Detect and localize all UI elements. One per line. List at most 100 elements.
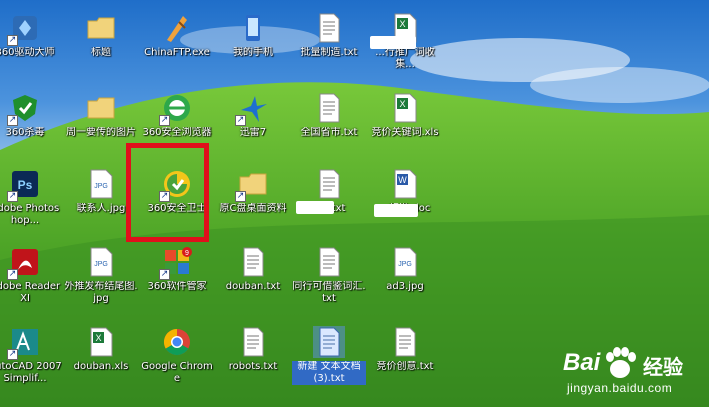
desktop-icon[interactable]: ↗ AutoCAD 2007 Simplif... — [0, 320, 62, 394]
icon-label: 全国省市.txt — [300, 127, 358, 138]
shortcut-arrow-icon: ↗ — [7, 269, 18, 280]
text-file-icon — [313, 168, 345, 200]
folder-icon: ↗ — [235, 168, 269, 202]
icon-label: ...行推广词收集... — [375, 47, 435, 70]
desktop-icon[interactable]: ...8.txt — [292, 162, 366, 236]
folder-icon — [85, 12, 117, 44]
watermark-text: 经验 — [643, 357, 683, 379]
baidu-jingyan-watermark: Bai 经验 jingyan.baidu.com — [523, 343, 703, 401]
icon-label: 竞价关键词.xls — [371, 127, 439, 138]
word-file-icon: W — [389, 168, 421, 200]
svg-text:W: W — [398, 175, 407, 185]
shortcut-arrow-icon: ↗ — [235, 191, 246, 202]
desktop-icon[interactable]: ChinaFTP.exe — [140, 6, 214, 80]
jpg-file-icon: JPG — [389, 246, 421, 278]
svg-text:X: X — [399, 19, 405, 29]
text-file-icon — [313, 12, 345, 44]
desktop-icon[interactable]: douban.txt — [216, 240, 290, 314]
excel-file-icon: X — [389, 92, 421, 124]
desktop-icon[interactable]: 新建 文本文档 (3).txt — [292, 320, 366, 394]
360-driver-icon: ↗ — [7, 12, 41, 46]
adobe-reader-icon: ↗ — [7, 246, 41, 280]
desktop-icon[interactable]: Ps ↗ Adobe Photoshop... — [0, 162, 62, 236]
desktop-icon[interactable]: ↗ 迅雷7 — [216, 86, 290, 160]
photoshop-icon: Ps ↗ — [7, 168, 41, 202]
phone-icon — [237, 12, 269, 44]
icon-label: 360杀毒 — [5, 127, 45, 138]
desktop-icon[interactable]: ↗ 原C盘桌面资料 — [216, 162, 290, 236]
icon-label: 标题 — [91, 47, 111, 58]
icon-label: robots.txt — [228, 361, 278, 372]
icon-label: 竞价创意.txt — [376, 361, 434, 372]
shortcut-arrow-icon: ↗ — [159, 115, 170, 126]
icon-label: 周一要传的图片 — [66, 127, 136, 138]
text-file-icon — [313, 246, 345, 278]
desktop-icon[interactable]: 批量制造.txt — [292, 6, 366, 80]
icon-label: 迅雷7 — [239, 127, 267, 138]
icon-label: douban.txt — [225, 281, 281, 292]
icon-label: AutoCAD 2007 Simplif... — [0, 361, 62, 384]
desktop-icon[interactable]: JPG ad3.jpg — [368, 240, 442, 314]
watermark-text: Bai — [563, 349, 601, 376]
360-software-manager-icon: 9 ↗ — [159, 246, 193, 280]
icon-label: 360驱动大师 — [0, 47, 55, 58]
desktop-icon[interactable]: 同行可借鉴词汇.txt — [292, 240, 366, 314]
icon-label: douban.xls — [73, 361, 129, 372]
icon-label: ad3.jpg — [386, 281, 424, 292]
desktop-icon[interactable]: 全国省市.txt — [292, 86, 366, 160]
icon-label: Google Chrome — [141, 361, 213, 384]
icon-label: 外推发布结尾图.jpg — [64, 281, 138, 304]
svg-text:JPG: JPG — [94, 183, 108, 190]
highlight-box — [126, 143, 209, 242]
chinaftp-icon — [161, 12, 193, 44]
svg-text:X: X — [95, 333, 101, 343]
redaction — [374, 204, 418, 217]
svg-text:Ps: Ps — [18, 178, 33, 192]
desktop-icon[interactable]: X 竞价关键词.xls — [368, 86, 442, 160]
icon-label: 360安全浏览器 — [142, 127, 212, 138]
text-file-icon — [237, 246, 269, 278]
360-browser-icon: ↗ — [159, 92, 193, 126]
desktop-icon[interactable]: 9 ↗ 360软件管家 — [140, 240, 214, 314]
icon-label: 360软件管家 — [147, 281, 207, 292]
jpg-file-icon: JPG — [85, 246, 117, 278]
desktop-icon[interactable]: robots.txt — [216, 320, 290, 394]
desktop-icon[interactable]: Google Chrome — [140, 320, 214, 394]
paw-icon — [606, 347, 636, 378]
desktop-icon[interactable]: 我的手机 — [216, 6, 290, 80]
desktop-icon[interactable]: 标题 — [64, 6, 138, 80]
icon-label: 批量制造.txt — [300, 47, 358, 58]
icon-label: Adobe Photoshop... — [0, 203, 60, 226]
desktop-icon[interactable]: ↗ 360驱动大师 — [0, 6, 62, 80]
desktop-icon[interactable]: ↗ 360杀毒 — [0, 86, 62, 160]
shortcut-arrow-icon: ↗ — [7, 35, 18, 46]
autocad-icon: ↗ — [7, 326, 41, 360]
desktop: ↗ 360驱动大师 ↗ 360杀毒 Ps ↗ Adobe Photoshop..… — [0, 0, 709, 407]
icon-label: 我的手机 — [233, 47, 273, 58]
redaction — [370, 36, 416, 49]
shortcut-arrow-icon: ↗ — [7, 191, 18, 202]
text-file-icon — [313, 92, 345, 124]
shortcut-arrow-icon: ↗ — [7, 115, 18, 126]
desktop-icon[interactable]: W ...标准.doc — [368, 162, 442, 236]
desktop-icon[interactable]: X douban.xls — [64, 320, 138, 394]
watermark-url: jingyan.baidu.com — [567, 381, 673, 395]
icon-label: Adobe Reader XI — [0, 281, 61, 304]
text-file-icon — [389, 326, 421, 358]
excel-file-icon: X — [85, 326, 117, 358]
icon-label: 同行可借鉴词汇.txt — [292, 281, 366, 304]
chrome-icon — [161, 326, 193, 358]
text-file-icon — [237, 326, 269, 358]
desktop-icon[interactable]: 竞价创意.txt — [368, 320, 442, 394]
desktop-icon[interactable]: JPG 外推发布结尾图.jpg — [64, 240, 138, 314]
icon-label: ChinaFTP.exe — [144, 47, 210, 58]
shortcut-arrow-icon: ↗ — [159, 269, 170, 280]
shortcut-arrow-icon: ↗ — [235, 115, 246, 126]
jpg-file-icon: JPG — [85, 168, 117, 200]
svg-text:JPG: JPG — [94, 261, 108, 268]
text-file-icon — [313, 326, 345, 358]
desktop-icon[interactable]: ↗ Adobe Reader XI — [0, 240, 62, 314]
folder-icon — [85, 92, 117, 124]
shortcut-arrow-icon: ↗ — [7, 349, 18, 360]
svg-text:JPG: JPG — [398, 261, 412, 268]
